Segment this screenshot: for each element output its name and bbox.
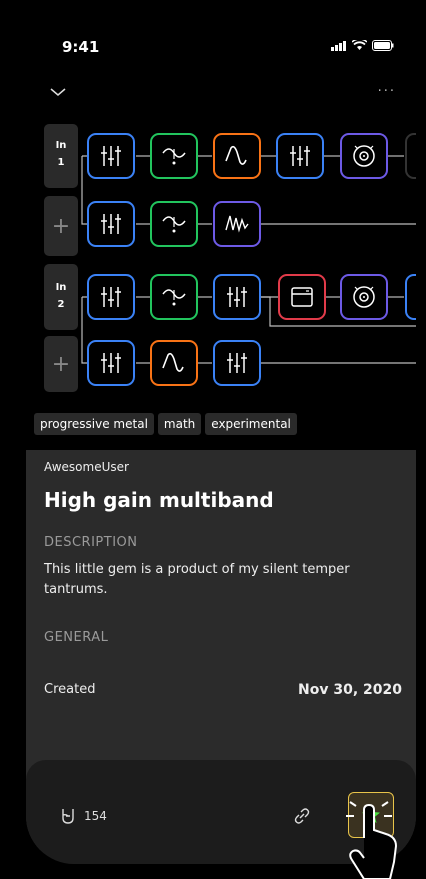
input-1-label: In [56,140,67,151]
block-wah[interactable] [150,201,198,247]
block-eq[interactable] [213,274,261,320]
tag[interactable]: progressive metal [34,413,154,435]
block-wah[interactable] [150,274,198,320]
link-icon[interactable] [292,806,312,826]
block-eq[interactable] [87,201,135,247]
author-name[interactable]: AwesomeUser [44,460,129,474]
created-label: Created [44,682,96,697]
input-2-label: In [56,282,67,293]
block-partial[interactable] [405,274,416,320]
description-text: This little gem is a product of my silen… [44,562,350,597]
rock-hand-icon [62,809,74,824]
input-1-number: 1 [58,157,65,168]
block-modulation[interactable] [213,201,261,247]
description-header: DESCRIPTION [44,535,138,550]
hand-pointer-icon [346,801,398,879]
input-1-box[interactable] [44,124,78,188]
block-overdrive[interactable] [213,133,261,179]
block-cab[interactable] [340,133,388,179]
block-eq[interactable] [87,274,135,320]
block-eq[interactable] [87,133,135,179]
block-partial[interactable] [405,133,416,179]
block-eq[interactable] [87,340,135,386]
created-value: Nov 30, 2020 [298,682,402,698]
likes-button[interactable]: 154 [60,807,107,825]
add-icon: + [52,352,70,377]
block-wah[interactable] [150,133,198,179]
phone-frame: 9:41 ··· In 1 + In 2 + progressive metal… [0,0,426,879]
input-2-box[interactable] [44,264,78,330]
chain-connectors [81,155,416,364]
add-icon: + [52,214,70,239]
screen: 9:41 ··· In 1 + In 2 + progressive metal… [26,8,416,864]
input-2-number: 2 [58,299,65,310]
tag-list: progressive metal math experimental [34,413,297,435]
block-eq[interactable] [276,133,324,179]
signal-chain: In 1 + In 2 + [44,124,416,392]
tag[interactable]: math [157,413,202,435]
block-eq[interactable] [213,340,261,386]
likes-count: 154 [84,809,107,823]
block-cab[interactable] [340,274,388,320]
tag[interactable]: experimental [205,413,297,435]
block-amp[interactable] [278,274,326,320]
preset-title: High gain multiband [44,488,274,512]
block-overdrive[interactable] [150,340,198,386]
general-header: GENERAL [44,630,109,645]
